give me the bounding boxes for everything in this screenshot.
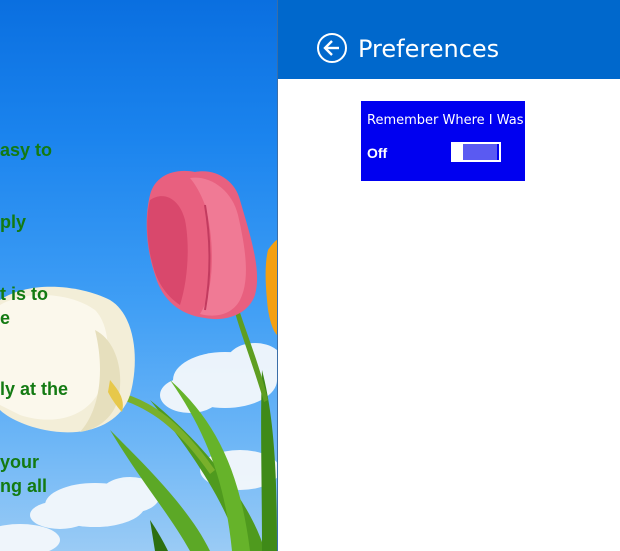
app-window: asy to ply t is to e ly at the your ng a…: [0, 0, 620, 551]
background-text-line: asy to: [0, 140, 53, 160]
toggle-thumb[interactable]: [451, 142, 463, 162]
tulips-illustration: [0, 170, 277, 551]
back-button[interactable]: [317, 33, 347, 63]
flyout-title: Preferences: [358, 35, 500, 63]
back-arrow-icon: [323, 40, 339, 56]
background-text-line: ply: [0, 212, 27, 232]
background-text-line: your: [0, 452, 40, 472]
background-text-line: ly at the: [0, 379, 69, 399]
preferences-flyout: Preferences Remember Where I Was Off: [277, 0, 620, 551]
setting-label: Remember Where I Was: [367, 113, 524, 128]
background-image: asy to ply t is to e ly at the your ng a…: [0, 0, 277, 551]
flyout-header: Preferences: [278, 0, 620, 79]
background-text-line: t is to: [0, 284, 48, 304]
background-text-line: e: [0, 308, 11, 328]
remember-where-i-was-toggle[interactable]: [451, 142, 501, 162]
setting-state-text: Off: [367, 145, 388, 161]
background-text-line: ng all: [0, 476, 48, 496]
remember-where-i-was-setting: Remember Where I Was Off: [361, 101, 525, 181]
toggle-fill: [463, 144, 497, 160]
